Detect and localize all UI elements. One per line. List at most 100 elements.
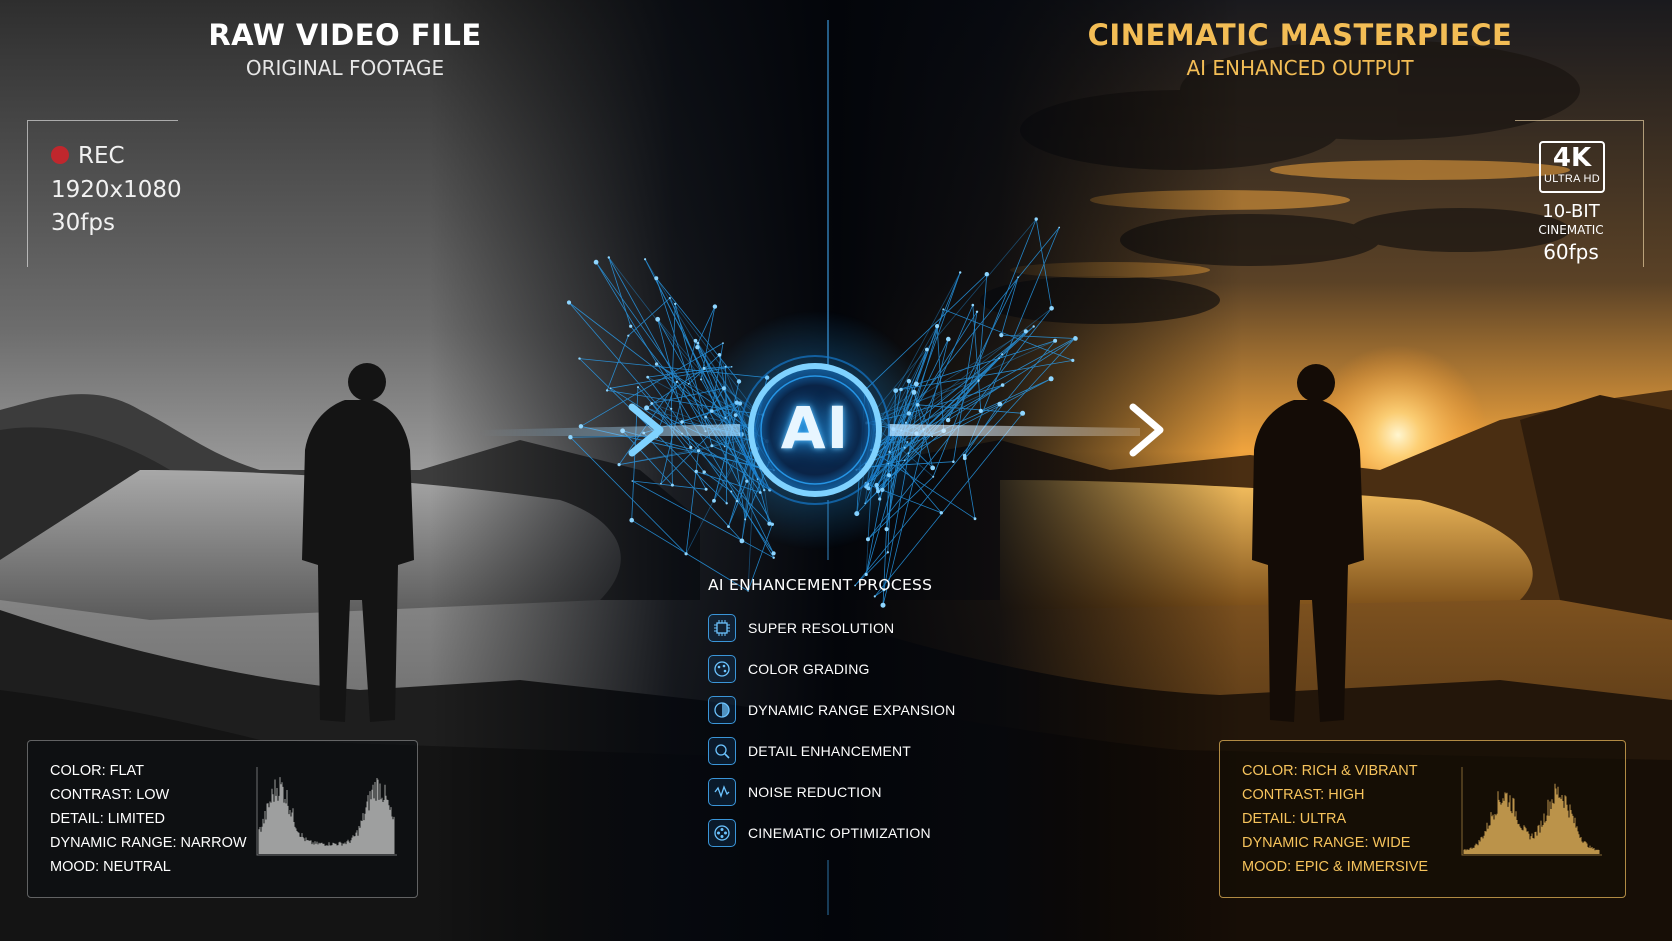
neural-node <box>644 405 650 411</box>
neural-node <box>1032 325 1035 328</box>
bit-depth-readout: 10-BIT <box>1542 201 1600 222</box>
neural-node <box>973 517 977 521</box>
neural-node <box>884 527 889 532</box>
step-label: SUPER RESOLUTION <box>748 620 895 636</box>
step-label: DETAIL ENHANCEMENT <box>748 743 912 759</box>
neural-node <box>1034 217 1038 221</box>
neural-node <box>1001 353 1004 356</box>
step-label: DYNAMIC RANGE EXPANSION <box>748 702 956 718</box>
neural-node <box>1000 383 1005 387</box>
neural-node <box>1023 329 1028 334</box>
neural-node <box>952 460 955 464</box>
ultra-hd-badge: 4K ULTRA HD <box>1539 141 1605 193</box>
neural-node <box>593 259 599 265</box>
detail-icon <box>708 737 736 765</box>
chip-icon <box>708 614 736 642</box>
neural-node <box>935 324 940 329</box>
stat-line: DETAIL: ULTRA <box>1242 811 1347 827</box>
neural-node <box>704 487 708 491</box>
neural-node <box>1053 338 1058 343</box>
process-step: DETAIL ENHANCEMENT <box>708 737 1028 767</box>
neural-node <box>654 362 659 366</box>
raw-histogram-graphic <box>256 767 397 856</box>
enhanced-stats-panel: COLOR: RICH & VIBRANT CONTRAST: HIGH DET… <box>1219 740 1626 898</box>
neural-node <box>1048 376 1054 382</box>
neural-node <box>687 383 690 385</box>
neural-node <box>668 297 671 299</box>
neural-node <box>689 445 693 449</box>
neural-node <box>696 341 700 345</box>
neural-node <box>978 408 983 413</box>
neural-node <box>629 517 634 523</box>
neural-node <box>977 379 980 382</box>
neural-node <box>1049 306 1054 311</box>
neural-node <box>739 538 745 544</box>
neural-node <box>631 480 634 482</box>
neural-node <box>684 552 688 556</box>
neural-node <box>674 302 677 306</box>
resolution-readout: 1920x1080 <box>51 177 182 203</box>
neural-node <box>694 469 698 474</box>
neural-node <box>675 380 678 384</box>
neural-node <box>702 366 706 370</box>
neural-node <box>627 334 630 337</box>
neural-node <box>722 342 724 344</box>
neural-node <box>670 483 674 487</box>
left-header: RAW VIDEO FILE ORIGINAL FOOTAGE <box>45 18 645 80</box>
neural-node <box>984 272 989 277</box>
palette-icon <box>708 655 736 683</box>
right-header: CINEMATIC MASTERPIECE AI ENHANCED OUTPUT <box>1000 18 1600 80</box>
neural-node <box>695 345 700 350</box>
neural-node <box>971 303 975 307</box>
badge-main: 4K <box>1552 143 1592 173</box>
stat-line: CONTRAST: HIGH <box>1242 787 1365 803</box>
neural-node <box>945 417 951 423</box>
neural-node <box>930 465 936 471</box>
range-icon <box>708 696 736 724</box>
neural-node <box>975 310 979 313</box>
profile-readout: CINEMATIC <box>1538 223 1604 237</box>
stat-line: DETAIL: LIMITED <box>50 811 165 827</box>
raw-stats-panel: COLOR: FLAT CONTRAST: LOW DETAIL: LIMITE… <box>27 740 418 898</box>
enhancement-process-list: AI ENHANCEMENT PROCESS SUPER RESOLUTION … <box>708 576 1008 847</box>
neural-node <box>712 304 718 309</box>
neural-node <box>1017 276 1019 279</box>
neural-node <box>646 375 650 379</box>
neural-node <box>1020 410 1026 416</box>
neural-node <box>693 338 698 343</box>
ai-core-label: AI <box>780 394 850 462</box>
left-subtitle: ORIGINAL FOOTAGE <box>245 56 445 80</box>
comparison-stage: AI RAW VIDEO FILE ORIGINAL FOOTAGE CINEM… <box>0 0 1672 941</box>
stat-line: CONTRAST: LOW <box>50 787 170 803</box>
neural-node <box>997 401 1003 407</box>
neural-node <box>712 498 716 503</box>
neural-node <box>566 300 572 305</box>
neural-node <box>1058 226 1061 229</box>
badge-sub: ULTRA HD <box>1544 173 1600 185</box>
step-label: NOISE REDUCTION <box>748 784 882 800</box>
stat-line: MOOD: EPIC & IMMERSIVE <box>1242 859 1429 875</box>
neural-node <box>946 336 951 342</box>
neural-node <box>617 463 621 467</box>
neural-node <box>772 556 775 559</box>
neural-node <box>650 402 654 405</box>
right-subtitle: AI ENHANCED OUTPUT <box>1186 56 1414 80</box>
stat-line: MOOD: NEUTRAL <box>50 859 171 875</box>
neural-node <box>670 407 673 410</box>
neural-node <box>629 324 633 328</box>
neural-node <box>886 551 889 554</box>
neural-node <box>962 456 967 461</box>
neural-node <box>771 551 776 556</box>
right-title: CINEMATIC MASTERPIECE <box>1087 18 1513 52</box>
step-label: COLOR GRADING <box>748 661 870 677</box>
neural-node <box>932 475 935 478</box>
framerate-readout-right: 60fps <box>1543 240 1599 264</box>
film-icon <box>708 819 736 847</box>
neural-node <box>999 333 1004 338</box>
neural-node <box>700 378 702 381</box>
neural-node <box>609 387 612 390</box>
rec-label: REC <box>78 143 125 169</box>
neural-node <box>644 258 647 261</box>
neural-node <box>605 389 609 392</box>
neural-node <box>578 357 581 360</box>
